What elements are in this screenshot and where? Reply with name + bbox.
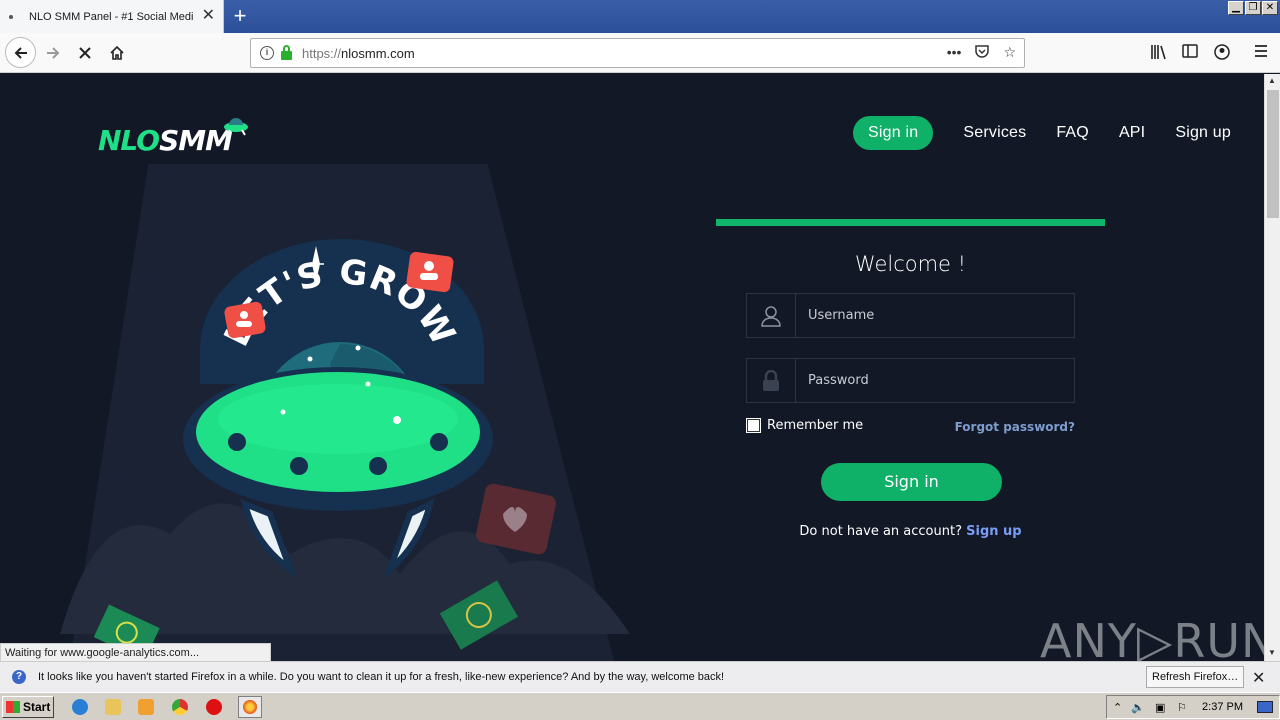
explorer-folder-icon[interactable] [105, 699, 121, 715]
hamburger-menu-icon[interactable] [1254, 44, 1268, 62]
url-text[interactable]: https://nlosmm.com [302, 46, 415, 61]
firefox-taskbar-button[interactable] [238, 696, 262, 718]
lock-icon [747, 359, 796, 402]
username-field[interactable] [746, 293, 1075, 338]
flag-icon[interactable]: ⚐ [1177, 701, 1187, 714]
forward-button[interactable] [38, 38, 68, 68]
library-icon[interactable] [1150, 44, 1168, 64]
restore-button[interactable]: ❐ [1245, 1, 1261, 15]
refresh-firefox-button[interactable]: Refresh Firefox… [1146, 666, 1245, 688]
windows-taskbar: Start ⌃ 🔈 ▣ ⚐ 2:37 PM [0, 692, 1280, 720]
remember-checkbox[interactable] [746, 418, 761, 433]
minimize-button[interactable]: ▁ [1228, 1, 1244, 15]
question-icon: ? [12, 670, 26, 684]
lets-grow-ufo-illustration: LET'S GROW [60, 164, 630, 661]
home-icon [110, 45, 124, 60]
start-button[interactable]: Start [2, 696, 54, 718]
notification-message: It looks like you haven't started Firefo… [38, 671, 725, 683]
new-tab-button[interactable]: + [230, 4, 250, 28]
sign-in-button[interactable]: Sign in [821, 463, 1002, 501]
volume-icon[interactable]: 🔈 [1131, 701, 1145, 714]
pocket-icon[interactable] [975, 44, 990, 61]
account-icon[interactable] [1214, 44, 1230, 64]
signup-prompt: Do not have an account? Sign up [716, 524, 1105, 539]
navigation-toolbar: i https://nlosmm.com ••• ☆ [0, 33, 1280, 73]
media-player-icon[interactable] [138, 699, 154, 715]
nav-sign-up[interactable]: Sign up [1175, 124, 1231, 142]
page-actions-icon[interactable]: ••• [947, 44, 962, 61]
scroll-down-icon[interactable]: ▼ [1268, 648, 1276, 657]
tab-close-icon[interactable]: ✕ [202, 8, 215, 24]
notification-close-icon[interactable]: ✕ [1252, 668, 1265, 688]
forward-arrow-icon [47, 47, 60, 59]
scroll-thumb[interactable] [1267, 90, 1279, 218]
clock[interactable]: 2:37 PM [1202, 701, 1243, 713]
browser-tab[interactable]: NLO SMM Panel - #1 Social Media Panel ✕ [0, 0, 224, 33]
loading-dot-icon [9, 14, 13, 19]
top-nav: Sign in Services FAQ API Sign up [853, 116, 1231, 150]
back-arrow-icon [14, 46, 27, 59]
logo-ufo-icon [224, 118, 248, 136]
welcome-heading: Welcome ! [854, 252, 967, 276]
status-bar: Waiting for www.google-analytics.com... [0, 643, 271, 663]
password-input[interactable] [796, 359, 1066, 402]
scroll-up-icon[interactable]: ▲ [1268, 76, 1276, 85]
panel-accent-bar [716, 219, 1105, 226]
window-close-button[interactable]: ✕ [1262, 1, 1278, 15]
remember-me[interactable]: Remember me [746, 418, 863, 433]
home-button[interactable] [102, 38, 132, 68]
address-bar[interactable]: i https://nlosmm.com ••• ☆ [250, 38, 1025, 68]
windows-flag-icon [6, 701, 20, 713]
tab-title: NLO SMM Panel - #1 Social Media Panel [29, 10, 194, 23]
web-page: NLOSMM Sign in Services FAQ API Sign up … [0, 74, 1264, 661]
login-panel: Welcome ! Remember me Forgot password? S… [716, 219, 1105, 539]
start-label: Start [23, 700, 51, 714]
sidebar-icon[interactable] [1182, 44, 1198, 62]
site-logo[interactable]: NLOSMM [98, 124, 233, 157]
lock-icon [281, 44, 292, 60]
nav-sign-in[interactable]: Sign in [853, 116, 934, 150]
firefox-icon [243, 700, 257, 714]
tray-expand-icon[interactable]: ⌃ [1113, 701, 1122, 714]
back-button[interactable] [5, 37, 36, 68]
stop-icon [79, 47, 91, 59]
nav-services[interactable]: Services [963, 124, 1026, 142]
info-icon[interactable]: i [260, 46, 274, 60]
ie-icon[interactable] [72, 699, 88, 715]
stop-button[interactable] [70, 38, 100, 68]
opera-icon[interactable] [206, 699, 222, 715]
nav-faq[interactable]: FAQ [1056, 124, 1089, 142]
signup-link[interactable]: Sign up [966, 524, 1021, 539]
remember-label: Remember me [767, 418, 864, 433]
chrome-icon[interactable] [172, 699, 188, 715]
bookmark-star-icon[interactable]: ☆ [1003, 44, 1016, 61]
refresh-notification-bar: ? It looks like you haven't started Fire… [0, 661, 1280, 692]
username-input[interactable] [796, 294, 1066, 337]
title-bar: NLO SMM Panel - #1 Social Media Panel ✕ … [0, 0, 1280, 33]
nav-api[interactable]: API [1119, 124, 1145, 142]
user-icon [747, 294, 796, 337]
vertical-scrollbar[interactable]: ▲ ▼ [1264, 74, 1280, 661]
system-tray: ⌃ 🔈 ▣ ⚐ 2:37 PM [1106, 695, 1280, 719]
forgot-password-link[interactable]: Forgot password? [955, 420, 1075, 434]
no-account-text: Do not have an account? [799, 524, 962, 539]
password-field[interactable] [746, 358, 1075, 403]
network-icon[interactable]: ▣ [1155, 701, 1165, 714]
anyrun-watermark: ANY▷RUN [1040, 614, 1264, 661]
show-desktop-icon[interactable] [1257, 701, 1273, 713]
